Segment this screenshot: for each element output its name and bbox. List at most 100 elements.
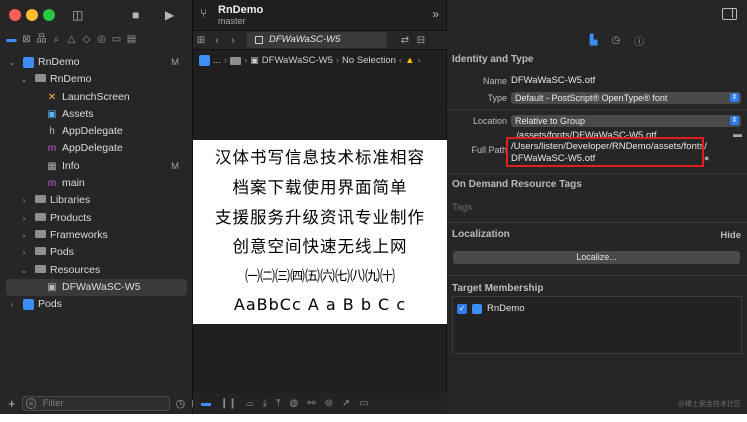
console-toggle-icon[interactable]: ▭	[359, 398, 368, 409]
jump-separator-icon: ›	[244, 55, 248, 66]
folder-icon	[34, 262, 46, 279]
tree-row[interactable]: ▣ Assets	[0, 106, 193, 123]
minimize-window-button[interactable]	[26, 9, 38, 21]
history-inspector-clock-icon[interactable]: ◷	[611, 35, 620, 46]
jump-bar-file[interactable]: DFWaWaSC-W5	[262, 55, 333, 66]
memory-graph-icon[interactable]: ⚯	[307, 398, 315, 409]
tab-dfwawasc-w5[interactable]: DFWaWaSC-W5	[247, 32, 387, 48]
project-icon[interactable]	[199, 55, 210, 66]
project-navigator-folder-icon[interactable]: ▬	[6, 33, 17, 47]
type-popup[interactable]: Default - PostScript® OpenType® font ⇕	[511, 92, 741, 104]
find-navigator-search-icon[interactable]: ⌕	[51, 33, 62, 47]
file-inspector: ▙ ◷ ⓘ Identity and Type Name DFWaWaSC-W5…	[447, 0, 747, 414]
previous-issue-chevron-icon[interactable]: ‹	[399, 55, 402, 66]
location-value: Relative to Group	[515, 116, 586, 126]
close-window-button[interactable]	[9, 9, 21, 21]
folder-icon[interactable]	[230, 56, 242, 65]
test-navigator-diamond-icon[interactable]: ◇	[81, 33, 92, 47]
app-target-icon	[472, 303, 482, 314]
reveal-in-finder-arrow-icon[interactable]: ●	[704, 153, 709, 163]
localize-button[interactable]: Localize...	[453, 251, 740, 264]
folder-icon-shape	[34, 74, 46, 83]
run-button-icon[interactable]: ▶	[165, 7, 174, 23]
tree-row[interactable]: ✕ LaunchScreen	[0, 89, 193, 106]
folder-icon-shape	[34, 195, 46, 204]
watermark: @稀土掘金技术社区	[677, 401, 741, 408]
scheme-name[interactable]: RnDemo	[218, 4, 263, 16]
disclosure-chevron-icon[interactable]: ›	[8, 296, 16, 313]
step-in-icon[interactable]: ⤓	[263, 398, 267, 409]
breakpoint-navigator-icon[interactable]: ▭	[111, 33, 122, 47]
target-checkbox[interactable]: ✓	[457, 303, 467, 314]
type-label: Type	[487, 93, 507, 103]
pause-icon[interactable]: ❙❙	[220, 398, 237, 409]
tree-row[interactable]: › Products	[0, 210, 193, 227]
tree-row[interactable]: › Pods	[0, 296, 193, 313]
name-field[interactable]: DFWaWaSC-W5.otf	[511, 75, 595, 86]
objc-file-icon: m	[47, 143, 57, 155]
back-chevron-icon[interactable]: ‹	[209, 35, 225, 46]
step-out-icon[interactable]: ⤒	[276, 398, 280, 409]
related-items-grid-icon[interactable]: ⊞	[193, 35, 209, 46]
view-debugger-icon[interactable]: ◍	[290, 398, 299, 409]
tree-row[interactable]: › Frameworks	[0, 227, 193, 244]
hide-section-link[interactable]: Hide	[720, 230, 741, 241]
step-over-icon[interactable]: ⌓	[246, 398, 254, 409]
split-editor-icon[interactable]: ⊟	[413, 35, 429, 46]
target-row[interactable]: ✓ RnDemo	[457, 303, 525, 314]
filter-options-icon[interactable]: ≡	[25, 398, 37, 409]
simulate-location-icon[interactable]: ➚	[342, 398, 350, 409]
disclosure-chevron-icon[interactable]: ›	[20, 227, 28, 244]
jump-bar-selection[interactable]: No Selection	[342, 55, 396, 66]
preview-line: 支援服务升级资讯专业制作	[215, 208, 425, 227]
font-file-icon: ▣	[250, 55, 259, 65]
disclosure-chevron-icon[interactable]: ⌄	[20, 262, 28, 279]
location-popup[interactable]: Relative to Group ⇕	[511, 115, 741, 127]
file-inspector-icon[interactable]: ▙	[590, 35, 598, 46]
issue-navigator-warning-icon[interactable]: △	[66, 33, 77, 47]
stop-button-icon[interactable]: ■	[132, 7, 139, 23]
source-control-icon[interactable]: ⊠	[21, 33, 32, 47]
debug-navigator-icon[interactable]: ◎	[96, 33, 107, 47]
navigator-filter-input[interactable]: ≡ Filter	[21, 396, 170, 411]
disclosure-chevron-icon[interactable]: ⌄	[8, 54, 16, 71]
toolbar-overflow-chevron-icon[interactable]: »	[432, 7, 439, 21]
debug-area-toggle-icon[interactable]: ▬	[201, 398, 211, 409]
assets-icon: ▣	[47, 108, 57, 120]
next-issue-chevron-icon[interactable]: ›	[417, 55, 420, 66]
zoom-window-button[interactable]	[43, 9, 55, 21]
tags-input[interactable]: Tags	[452, 202, 472, 213]
environment-overrides-icon[interactable]: ⊜	[325, 398, 333, 409]
window-titlebar-left: ◫ ■ ▶	[0, 0, 193, 30]
sidebar-toggle-icon[interactable]: ◫	[72, 7, 83, 23]
report-navigator-icon[interactable]: ▤	[126, 33, 137, 47]
recent-files-clock-icon[interactable]: ◷	[176, 397, 186, 410]
plist-icon: ▦	[47, 160, 57, 172]
disclosure-chevron-icon[interactable]: ⌄	[20, 71, 28, 88]
tree-row[interactable]: ⌄ RnDemo M	[0, 54, 193, 71]
symbol-navigator-icon[interactable]: 品	[36, 33, 47, 47]
add-file-plus-icon[interactable]: +	[8, 396, 16, 411]
tree-row[interactable]: › Pods	[0, 244, 193, 261]
folder-icon	[34, 244, 46, 261]
share-icon[interactable]: ⇄	[397, 35, 413, 46]
quick-help-icon[interactable]: ⓘ	[634, 33, 644, 48]
section-divider	[447, 173, 747, 174]
preview-line: 档案下载使用界面简单	[232, 178, 408, 197]
tree-row[interactable]: h AppDelegate	[0, 123, 193, 140]
disclosure-chevron-icon[interactable]: ›	[20, 210, 28, 227]
inspector-toggle-icon[interactable]	[722, 8, 737, 20]
jump-bar-ellipsis[interactable]: ...	[213, 55, 221, 66]
tree-row[interactable]: ⌄ RnDemo	[0, 71, 193, 88]
tree-row[interactable]: › Libraries	[0, 192, 193, 209]
tree-row[interactable]: ▣ DFWaWaSC-W5	[6, 278, 187, 297]
disclosure-chevron-icon[interactable]: ›	[20, 192, 28, 209]
tree-row[interactable]: ⌄ Resources	[0, 262, 193, 279]
disclosure-chevron-icon[interactable]: ›	[20, 244, 28, 261]
reveal-folder-icon[interactable]: ▬	[733, 129, 742, 139]
warning-icon[interactable]: ▲	[405, 55, 414, 66]
forward-chevron-icon[interactable]: ›	[225, 35, 241, 46]
tree-row[interactable]: m main	[0, 175, 193, 192]
tree-row[interactable]: ▦ Info M	[0, 158, 193, 175]
tree-row[interactable]: m AppDelegate	[0, 140, 193, 157]
